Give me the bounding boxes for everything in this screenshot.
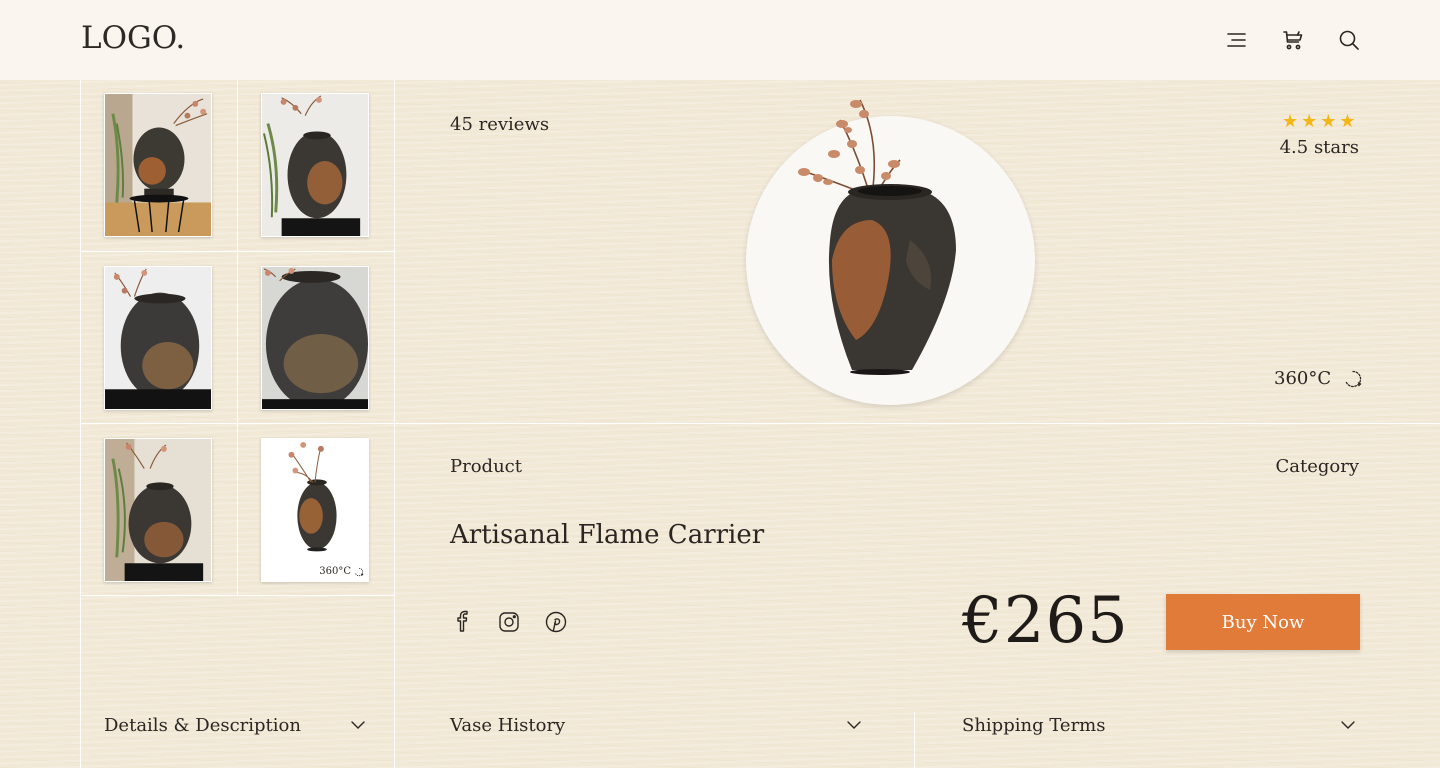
grid-divider [80, 423, 1440, 424]
thumbnail-4[interactable] [261, 266, 369, 410]
accordion-details-label: Details & Description [104, 714, 301, 736]
thumbnail-5[interactable] [104, 438, 212, 582]
thumbnail-3[interactable] [104, 266, 212, 410]
instagram-icon[interactable] [497, 610, 521, 634]
rotate-360-button[interactable]: 360°C [1274, 368, 1363, 389]
thumbnail-6[interactable]: 360°C [261, 438, 369, 582]
accordion-history[interactable]: Vase History [450, 710, 862, 740]
grid-divider [80, 595, 394, 596]
cart-icon[interactable] [1281, 28, 1305, 52]
rotate-icon [1345, 370, 1362, 387]
facebook-icon[interactable] [450, 610, 474, 634]
product-title: Artisanal Flame Carrier [450, 520, 765, 550]
reviews-count[interactable]: 45 reviews [450, 114, 549, 135]
accordion-shipping[interactable]: Shipping Terms [962, 710, 1356, 740]
star-icon: ★ [1339, 111, 1356, 132]
grid-divider [80, 80, 81, 768]
site-header: LOGO. [0, 0, 1440, 80]
category-label[interactable]: Category [1275, 456, 1359, 477]
chevron-down-icon [1341, 721, 1355, 729]
hero-product-image[interactable] [760, 90, 980, 390]
accordion-details[interactable]: Details & Description [104, 710, 366, 740]
thumbnail-2[interactable] [261, 93, 369, 237]
pinterest-icon[interactable] [544, 610, 568, 634]
grid-divider [394, 80, 395, 768]
rotate-icon [354, 567, 364, 576]
thumbnail-1[interactable] [104, 93, 212, 237]
accordion-shipping-label: Shipping Terms [962, 714, 1106, 736]
star-icon: ★ [1301, 111, 1318, 132]
logo[interactable]: LOGO. [81, 20, 185, 56]
product-price: €265 [962, 584, 1129, 658]
star-icon: ★ [1282, 111, 1299, 132]
thumbnail-360-caption: 360°C [319, 566, 364, 577]
star-icon: ★ [1320, 111, 1337, 132]
chevron-down-icon [351, 721, 365, 729]
grid-divider [237, 80, 238, 596]
thumbnail-360-label: 360°C [319, 566, 351, 577]
buy-now-button[interactable]: Buy Now [1166, 594, 1360, 650]
chevron-down-icon [847, 721, 861, 729]
search-icon[interactable] [1337, 28, 1361, 52]
grid-divider [914, 712, 915, 768]
rotate-label: 360°C [1274, 368, 1332, 389]
accordion-history-label: Vase History [450, 714, 566, 736]
product-label: Product [450, 456, 522, 477]
star-rating: ★ ★ ★ ★ [1282, 112, 1356, 132]
grid-divider [80, 251, 394, 252]
menu-icon[interactable] [1225, 28, 1249, 52]
rating-text: 4.5 stars [1279, 137, 1359, 158]
